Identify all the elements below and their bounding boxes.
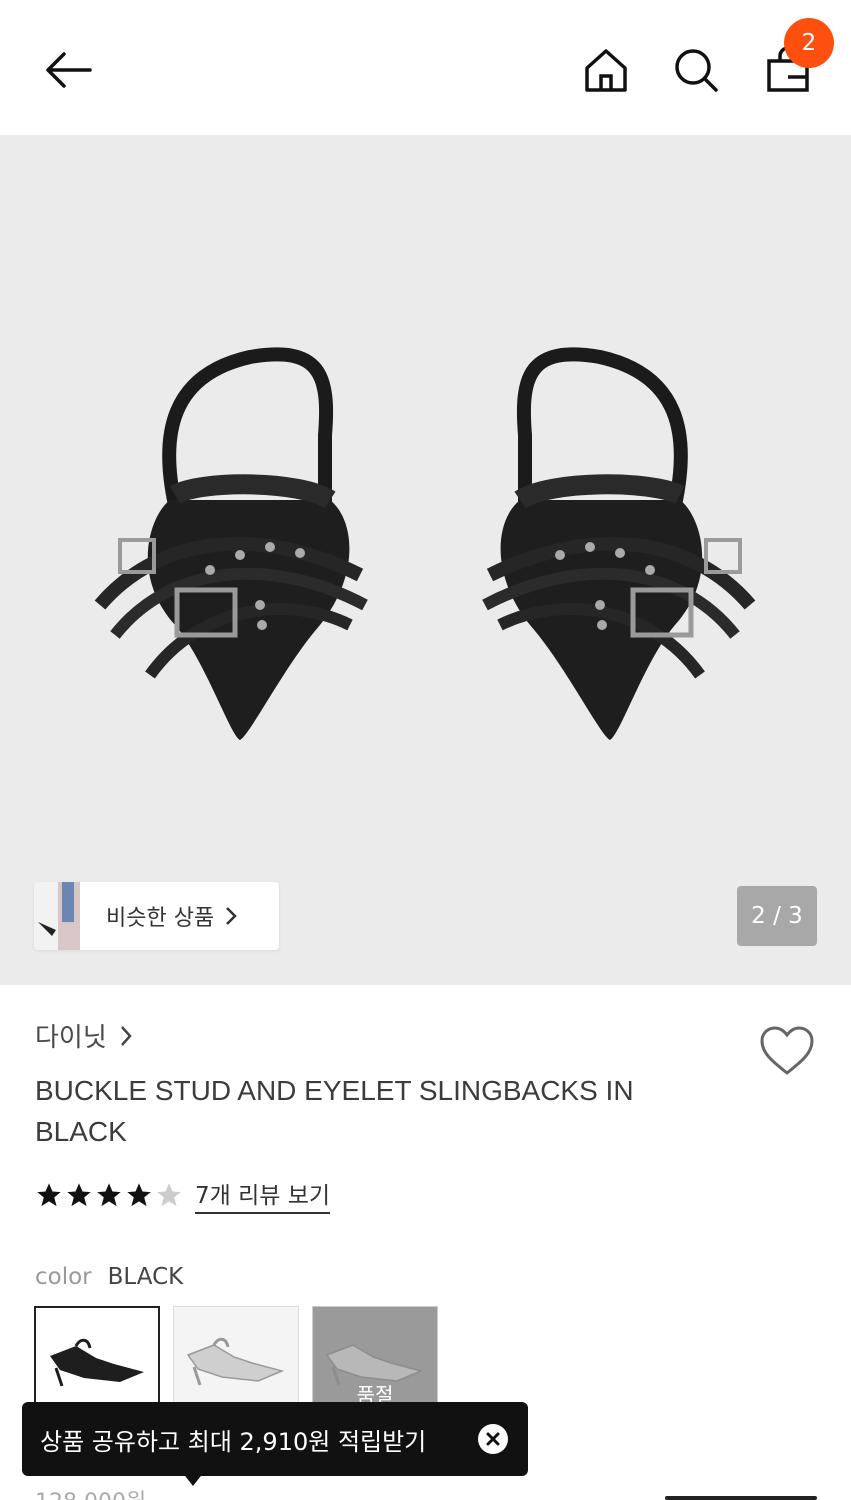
search-icon: [675, 49, 718, 92]
product-image-gallery[interactable]: 비슷한 상품 2 / 3: [0, 135, 851, 985]
home-icon: [585, 49, 627, 92]
brand-name: 다이닛: [35, 1023, 107, 1053]
star-empty-icon: [157, 1183, 181, 1207]
star-filled-icon: [67, 1183, 91, 1207]
view-reviews-link[interactable]: 7개 리뷰 보기: [195, 1176, 331, 1214]
similar-products-button[interactable]: 비슷한 상품: [34, 882, 279, 950]
star-filled-icon: [97, 1183, 121, 1207]
chevron-right-icon: [120, 1025, 132, 1046]
original-price: 128,000원: [35, 1484, 146, 1500]
back-button[interactable]: [30, 40, 106, 100]
chevron-right-icon: [226, 907, 237, 925]
black-shoe-thumbnail: [50, 1338, 144, 1387]
share-reward-toast[interactable]: 상품 공유하고 최대 2,910원 적립받기: [22, 1402, 528, 1476]
home-button[interactable]: [576, 40, 636, 100]
wishlist-button[interactable]: [758, 1025, 816, 1077]
color-selection-label: color BLACK: [35, 1264, 183, 1290]
star-filled-icon: [127, 1183, 151, 1207]
close-icon: [486, 1432, 500, 1446]
bottom-tab-indicator: [665, 1496, 817, 1500]
rating-row: 7개 리뷰 보기: [35, 1176, 331, 1214]
star-filled-icon: [37, 1183, 61, 1207]
color-swatch-black[interactable]: [34, 1306, 160, 1416]
similar-products-label: 비슷한 상품: [106, 906, 215, 931]
product-title: BUCKLE STUD AND EYELET SLINGBACKS IN BLA…: [35, 1075, 634, 1147]
color-swatch-grey[interactable]: 품절: [312, 1306, 438, 1416]
product-image: [94, 347, 756, 740]
cart-count-badge: 2: [784, 18, 834, 68]
share-reward-text: 상품 공유하고 최대 2,910원 적립받기: [40, 1427, 427, 1456]
color-swatch-silver[interactable]: [173, 1306, 299, 1416]
arrow-left-icon: [46, 52, 92, 88]
toast-close-button[interactable]: [478, 1424, 508, 1454]
color-value: BLACK: [107, 1264, 184, 1290]
heart-icon: [760, 1026, 814, 1075]
toast-pointer: [182, 1472, 204, 1486]
silver-shoe-thumbnail: [186, 1337, 285, 1386]
image-pager-indicator: 2 / 3: [737, 886, 817, 946]
top-bar: 2: [0, 0, 851, 135]
similar-product-thumbnail: [34, 882, 80, 950]
color-key: color: [35, 1264, 92, 1290]
brand-link[interactable]: 다이닛: [35, 1017, 133, 1054]
search-button[interactable]: [666, 40, 726, 100]
